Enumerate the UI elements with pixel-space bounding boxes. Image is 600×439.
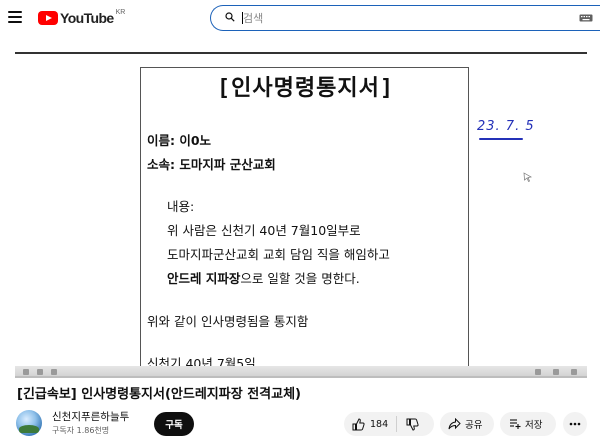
handwritten-underline bbox=[479, 138, 523, 140]
document-content-1: 위 사람은 신천기 40년 7월10일부로 bbox=[167, 223, 361, 238]
keyboard-icon[interactable] bbox=[579, 14, 593, 22]
like-count: 184 bbox=[370, 418, 389, 430]
like-dislike-group: 184 bbox=[344, 412, 434, 436]
playlist-add-icon bbox=[510, 419, 521, 429]
volume-icon[interactable] bbox=[51, 369, 57, 375]
document-dept-line: 소속: 도마지파 군산교회 bbox=[147, 157, 276, 172]
thumbs-down-icon bbox=[406, 418, 419, 431]
document-content-label: 내용: bbox=[167, 199, 195, 214]
search-icon bbox=[225, 12, 235, 22]
masthead: YouTube KR bbox=[0, 0, 600, 38]
share-label: 공유 bbox=[465, 420, 483, 431]
hamburger-icon[interactable] bbox=[8, 11, 22, 23]
handwritten-date: 23. 7. 5 bbox=[477, 119, 535, 134]
settings-icon[interactable] bbox=[535, 369, 541, 375]
youtube-logo[interactable]: YouTube KR bbox=[38, 9, 125, 27]
thumbs-up-icon bbox=[352, 417, 365, 430]
notice-document: [인사명령통지서] 이름: 이0노 소속: 도마지파 군산교회 내용: 위 사람… bbox=[140, 67, 469, 376]
document-content-3: 안드레 지파장으로 일할 것을 명한다. bbox=[167, 268, 360, 287]
search-box[interactable] bbox=[210, 5, 600, 31]
share-button[interactable]: 공유 bbox=[440, 412, 494, 436]
more-actions-button[interactable] bbox=[563, 412, 587, 436]
play-icon[interactable] bbox=[23, 369, 29, 375]
document-content-2: 도마지파군산교회 교회 담임 직을 해임하고 bbox=[167, 247, 390, 262]
player-top-border bbox=[15, 52, 587, 54]
search-input[interactable] bbox=[243, 9, 563, 27]
save-label: 저장 bbox=[525, 420, 543, 431]
video-title: [긴급속보] 인사명령통지서(안드레지파장 전격교체) bbox=[17, 387, 301, 402]
more-horizontal-icon bbox=[569, 422, 581, 426]
document-notice: 위와 같이 인사명령됨을 통지함 bbox=[147, 314, 309, 329]
fullscreen-icon[interactable] bbox=[571, 369, 577, 375]
subscriber-count: 구독자 1.86천명 bbox=[52, 426, 110, 435]
logo-text: YouTube bbox=[60, 10, 114, 26]
youtube-play-icon bbox=[38, 11, 58, 25]
document-content-3-bold: 안드레 지파장 bbox=[167, 271, 241, 286]
document-name-line: 이름: 이0노 bbox=[147, 133, 212, 148]
save-button[interactable]: 저장 bbox=[500, 412, 556, 436]
like-button[interactable]: 184 bbox=[344, 412, 396, 436]
theater-icon[interactable] bbox=[553, 369, 559, 375]
dislike-button[interactable] bbox=[397, 412, 419, 436]
progress-bar[interactable] bbox=[15, 376, 587, 378]
share-icon bbox=[448, 418, 461, 430]
next-icon[interactable] bbox=[37, 369, 43, 375]
subscribe-button[interactable]: 구독 bbox=[154, 412, 194, 436]
document-title: [인사명령통지서] bbox=[216, 76, 395, 101]
document-content-3-rest: 으로 일할 것을 명한다. bbox=[240, 271, 360, 286]
logo-region: KR bbox=[115, 8, 126, 16]
video-player[interactable]: [인사명령통지서] 이름: 이0노 소속: 도마지파 군산교회 내용: 위 사람… bbox=[15, 52, 587, 376]
channel-name[interactable]: 신천지푸른하늘투 bbox=[52, 409, 129, 424]
channel-avatar[interactable] bbox=[16, 410, 42, 436]
mouse-pointer-icon bbox=[523, 172, 533, 182]
